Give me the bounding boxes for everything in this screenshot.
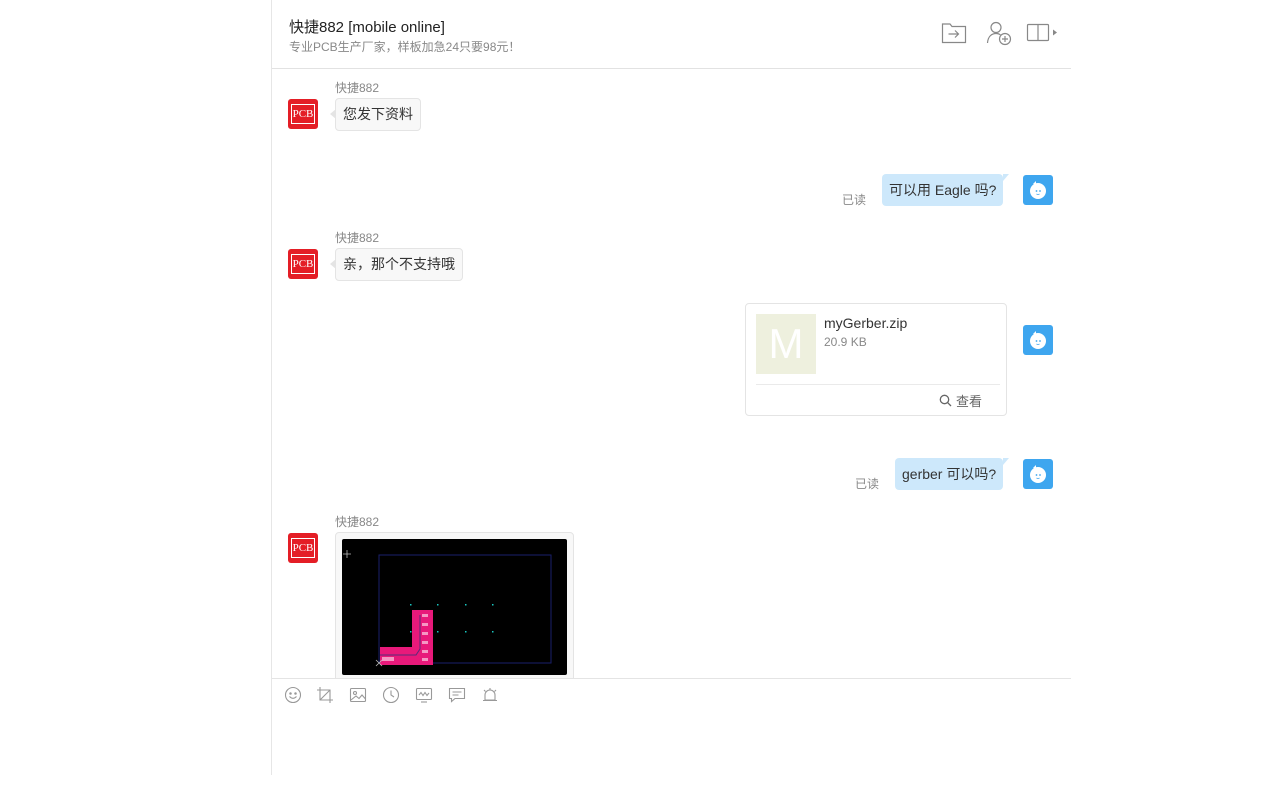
search-icon xyxy=(939,394,952,407)
sender-name: 快捷882 xyxy=(335,515,380,529)
my-avatar[interactable] xyxy=(1023,459,1053,489)
file-thumbnail: M xyxy=(756,314,816,374)
file-size: 20.9 KB xyxy=(824,335,867,349)
view-file-label: 查看 xyxy=(955,394,982,409)
contact-title: 快捷882 [mobile online] xyxy=(289,19,445,36)
file-message-card[interactable]: M myGerber.zip 20.9 KB 查看 xyxy=(745,303,1007,416)
outgoing-message: gerber 可以吗? xyxy=(895,458,1010,490)
sender-name: 快捷882 xyxy=(335,81,380,95)
contact-avatar[interactable]: PCB xyxy=(288,249,318,279)
my-avatar[interactable] xyxy=(1023,175,1053,205)
incoming-message: 亲，那个不支持哦 xyxy=(330,248,463,281)
image-message[interactable] xyxy=(335,532,574,678)
history-clock-icon[interactable] xyxy=(382,686,400,709)
signature-icon[interactable] xyxy=(415,686,433,709)
contact-subtitle: 专业PCB生产厂家，样板加急24只要98元！ xyxy=(289,40,521,54)
qq-penguin-icon xyxy=(1030,331,1046,349)
incoming-message: 您发下资料 xyxy=(330,98,421,131)
contact-avatar[interactable]: PCB xyxy=(288,533,318,563)
my-avatar[interactable] xyxy=(1023,325,1053,355)
chat-header: 快捷882 [mobile online] 专业PCB生产厂家，样板加急24只要… xyxy=(272,0,1071,69)
emoji-icon[interactable] xyxy=(284,686,302,709)
add-user-icon[interactable] xyxy=(986,20,1012,51)
qq-penguin-icon xyxy=(1030,465,1046,483)
avatar-text: PCB xyxy=(291,254,315,274)
message-list[interactable]: 快捷882 PCB 您发下资料 已读 可以用 Eagle 吗? 快捷882 PC… xyxy=(272,69,1071,678)
bell-icon[interactable] xyxy=(481,686,499,709)
image-icon[interactable] xyxy=(349,686,367,709)
file-name: myGerber.zip xyxy=(824,315,908,331)
view-file-button[interactable]: 查看 xyxy=(939,391,982,410)
sidebar-toggle-icon[interactable] xyxy=(1026,20,1060,49)
qq-penguin-icon xyxy=(1030,181,1046,199)
read-status: 已读 xyxy=(855,477,880,491)
quick-reply-icon[interactable] xyxy=(448,686,466,709)
pcb-gerber-preview xyxy=(342,539,567,675)
chat-window: 快捷882 [mobile online] 专业PCB生产厂家，样板加急24只要… xyxy=(271,0,1071,775)
contact-avatar[interactable]: PCB xyxy=(288,99,318,129)
avatar-text: PCB xyxy=(291,538,315,558)
outgoing-message: 可以用 Eagle 吗? xyxy=(882,174,1010,206)
avatar-text: PCB xyxy=(291,104,315,124)
send-file-icon[interactable] xyxy=(941,20,967,49)
divider xyxy=(756,384,1000,385)
input-toolbar xyxy=(272,678,1071,711)
read-status: 已读 xyxy=(842,193,867,207)
screenshot-crop-icon[interactable] xyxy=(316,686,334,709)
sender-name: 快捷882 xyxy=(335,231,380,245)
